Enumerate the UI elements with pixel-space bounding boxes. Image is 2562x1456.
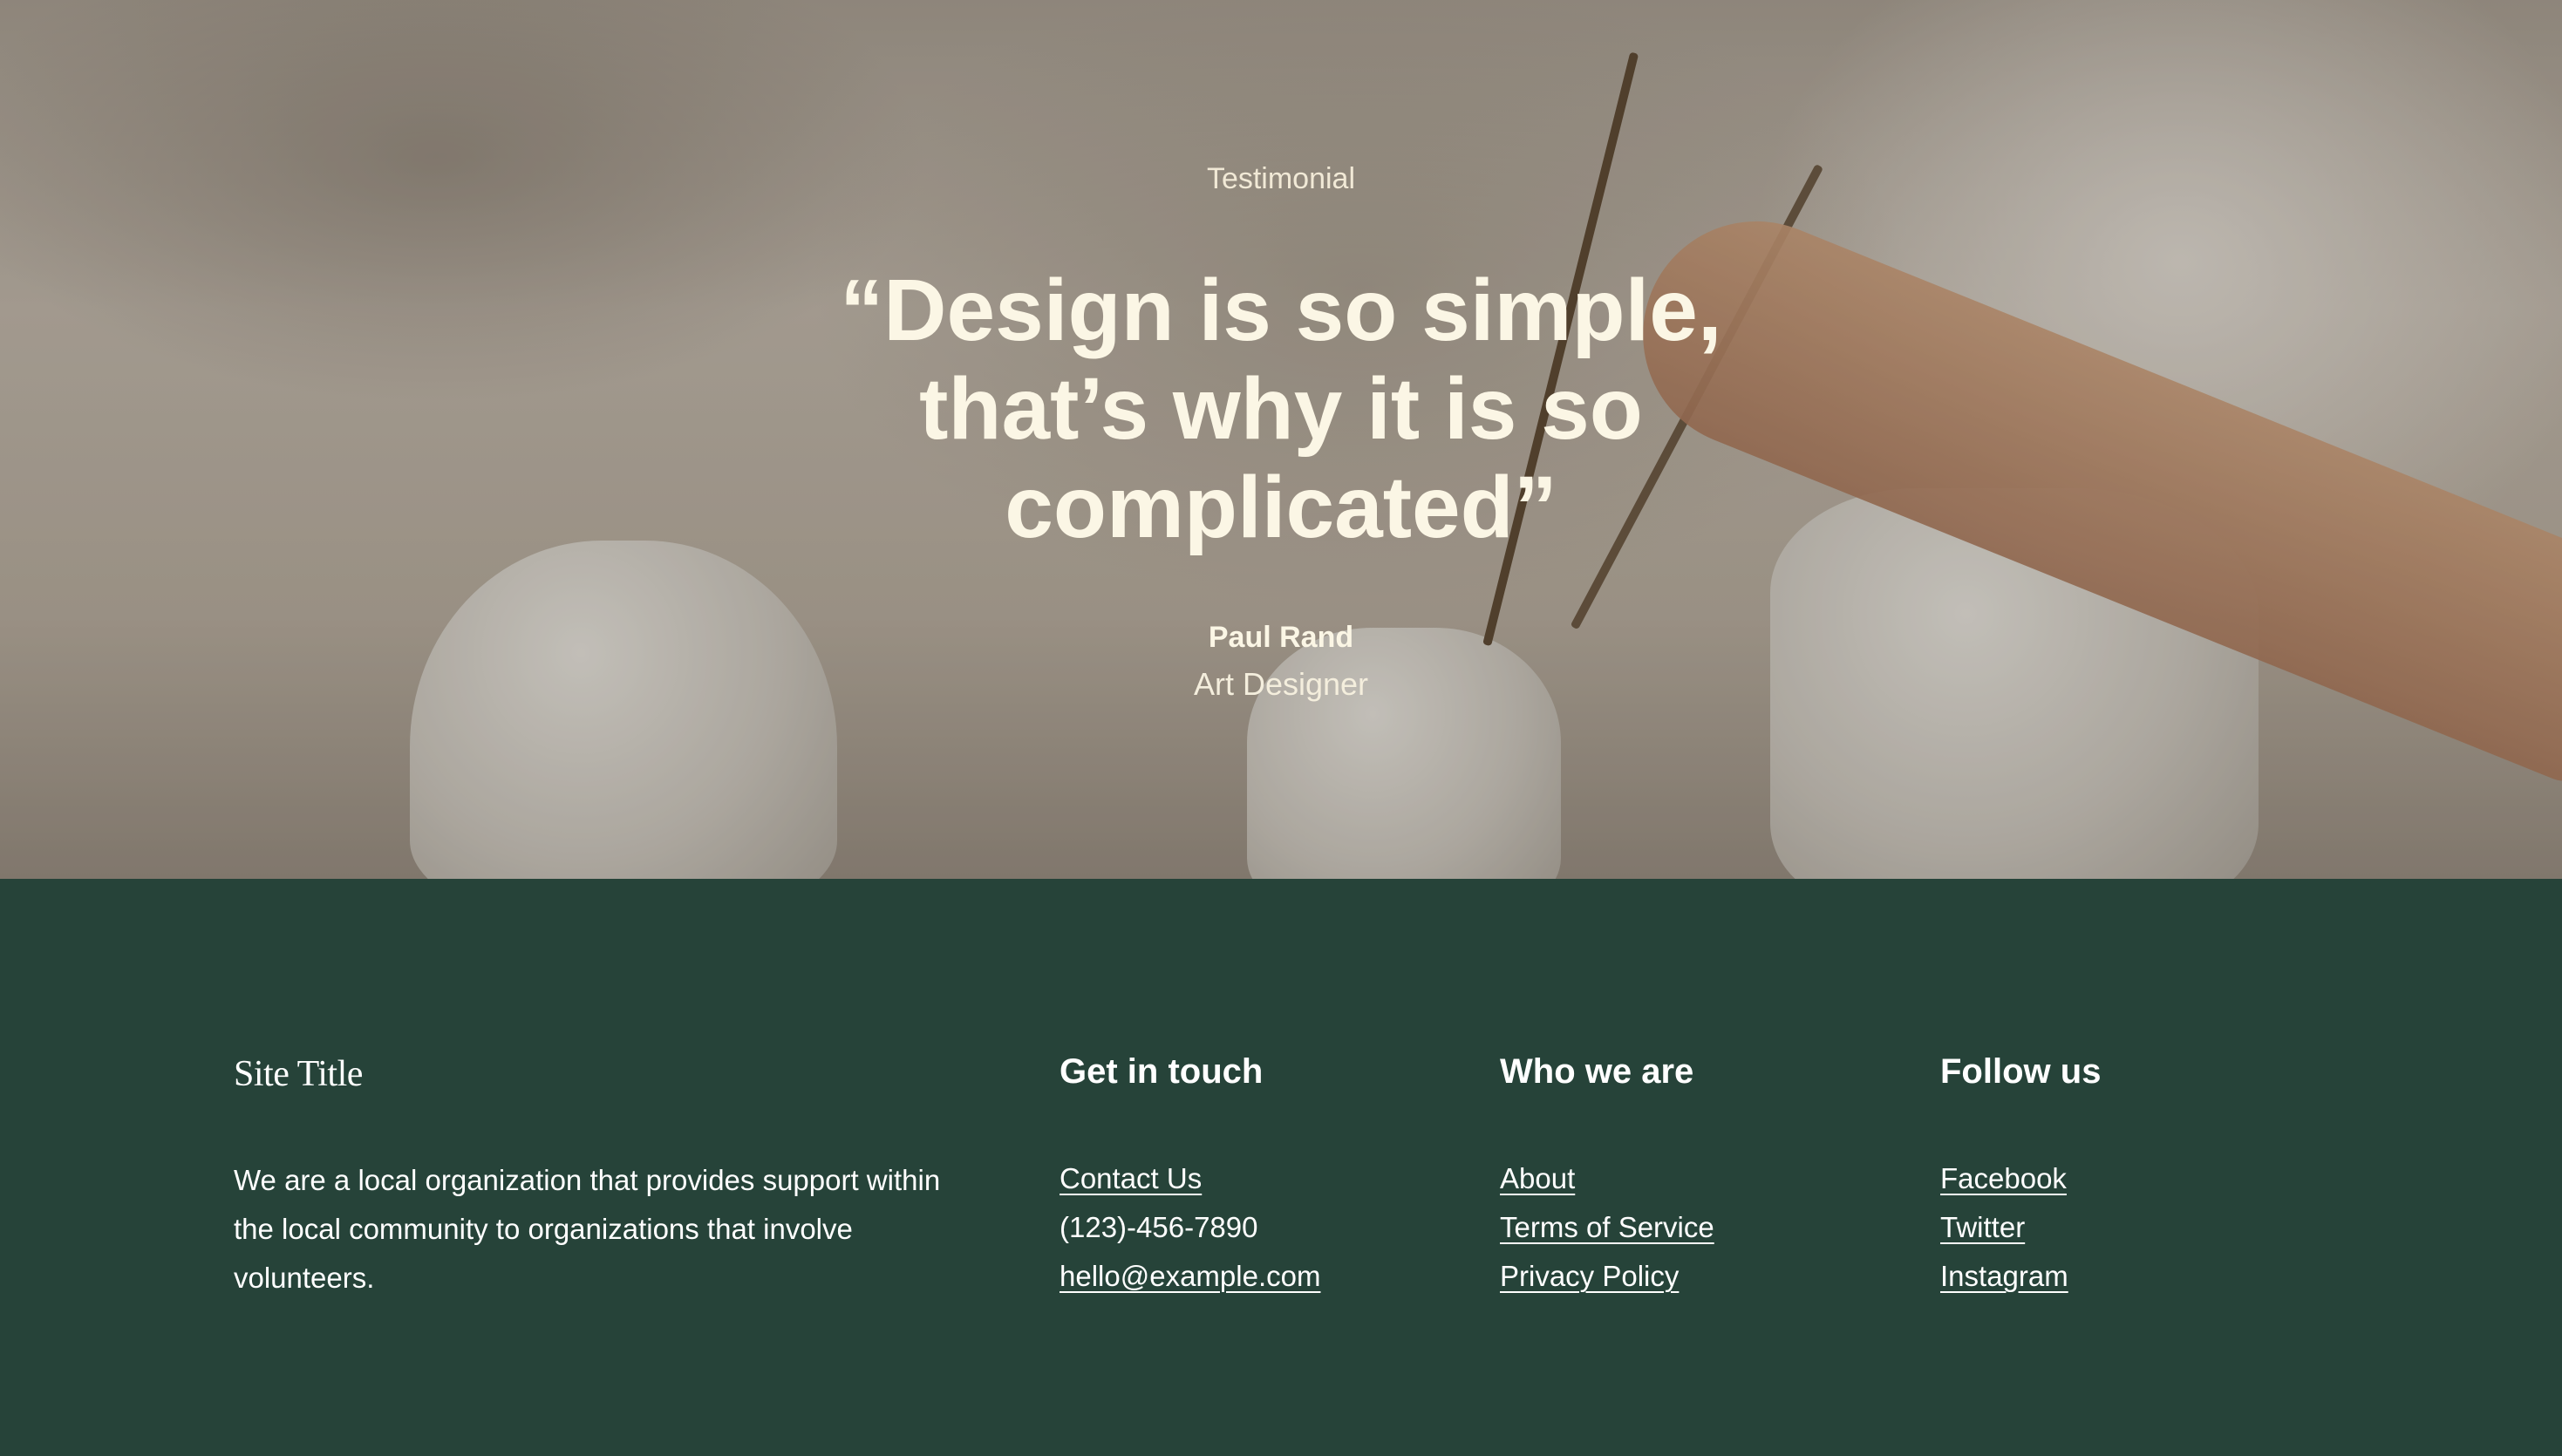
- testimonial-eyebrow: Testimonial: [1206, 162, 1356, 195]
- testimonial-quote: “Design is so simple, that’s why it is s…: [840, 262, 1722, 556]
- about-link[interactable]: About: [1500, 1154, 1714, 1203]
- email-link[interactable]: hello@example.com: [1060, 1252, 1320, 1301]
- twitter-link[interactable]: Twitter: [1940, 1203, 2101, 1252]
- testimonial-section: Testimonial “Design is so simple, that’s…: [0, 0, 2562, 879]
- footer-column-heading: Follow us: [1940, 1052, 2102, 1091]
- privacy-policy-link[interactable]: Privacy Policy: [1500, 1252, 1714, 1301]
- site-footer: Site Title We are a local organization t…: [0, 879, 2562, 1456]
- footer-column-get-in-touch: Get in touch Contact Us (123)-456-7890 h…: [1060, 1050, 1320, 1301]
- testimonial-author-role: Art Designer: [1193, 666, 1369, 702]
- footer-column-who-we-are: Who we are About Terms of Service Privac…: [1500, 1050, 1714, 1301]
- testimonial-author-name: Paul Rand: [1208, 621, 1354, 654]
- footer-column-follow-us: Follow us Facebook Twitter Instagram: [1940, 1050, 2101, 1301]
- instagram-link[interactable]: Instagram: [1940, 1252, 2101, 1301]
- site-title[interactable]: Site Title: [234, 1053, 363, 1095]
- facebook-link[interactable]: Facebook: [1940, 1154, 2101, 1203]
- phone-number: (123)-456-7890: [1060, 1211, 1258, 1243]
- contact-us-link[interactable]: Contact Us: [1060, 1154, 1320, 1203]
- terms-of-service-link[interactable]: Terms of Service: [1500, 1203, 1714, 1252]
- footer-column-heading: Who we are: [1500, 1052, 1694, 1091]
- footer-column-heading: Get in touch: [1060, 1052, 1264, 1091]
- about-text: We are a local organization that provide…: [234, 1164, 941, 1294]
